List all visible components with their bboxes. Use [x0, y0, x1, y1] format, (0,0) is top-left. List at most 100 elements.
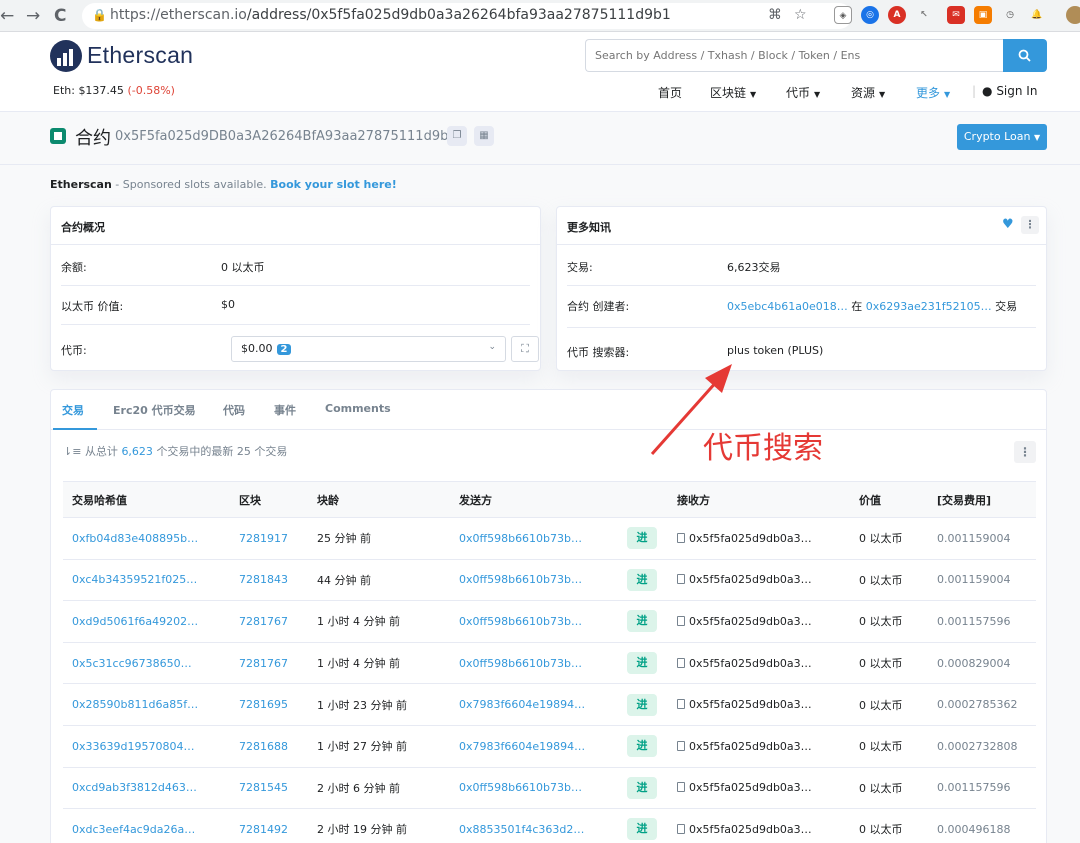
creator-address-link[interactable]: 0x5ebc4b61a0e018…	[727, 300, 848, 313]
compass-extension-icon[interactable]: ◎	[861, 6, 879, 24]
tx-value: 0 以太币	[850, 808, 928, 843]
block-link[interactable]: 7281492	[230, 808, 308, 843]
adblock-extension-icon[interactable]: A	[888, 6, 906, 24]
tx-hash-link[interactable]: 0xc4b34359521f025…	[63, 559, 230, 602]
block-link[interactable]: 7281688	[230, 725, 308, 768]
contract-file-icon	[677, 532, 685, 543]
contract-file-icon	[677, 615, 685, 626]
kebab-menu-icon[interactable]: ⋮	[1021, 216, 1039, 234]
tx-value: 0 以太币	[850, 683, 928, 726]
to-address: 0x5f5fa025d9db0a3…	[668, 767, 850, 810]
column-header: 发送方	[450, 481, 618, 518]
bookmark-star-icon[interactable]: ☆	[794, 7, 807, 23]
chevron-down-icon: ▼	[750, 90, 757, 99]
creator-tx-link[interactable]: 0x6293ae231f52105…	[866, 300, 992, 313]
heart-icon[interactable]: ♥	[1002, 217, 1014, 232]
shield-extension-icon[interactable]: ◈	[834, 6, 852, 24]
in-badge: 进	[627, 818, 657, 841]
translate-icon[interactable]: ⌘	[768, 7, 782, 23]
from-address-link[interactable]: 0x0ff598b6610b73b…	[450, 517, 618, 560]
chevron-down-icon: ⌄	[488, 342, 496, 352]
search-box	[585, 39, 1003, 72]
in-badge: 进	[627, 693, 657, 716]
block-link[interactable]: 7281767	[230, 600, 308, 643]
tab-code[interactable]: 代码	[223, 402, 245, 418]
site-header: Etherscan Eth: $137.45 (-0.58%) 首页 区块链▼ …	[0, 32, 1080, 112]
nav-home[interactable]: 首页	[658, 84, 682, 101]
table-row: 0xc4b34359521f025… 7281843 44 分钟 前 0x0ff598…	[63, 559, 1036, 602]
tx-value: 0 以太币	[850, 600, 928, 643]
table-header-row: 交易哈希值 区块 块龄 发送方 接收方 价值 [交易费用]	[63, 481, 1036, 518]
search-input[interactable]	[586, 40, 1003, 71]
url-text: https://etherscan.io/address/0x5f5fa025d…	[110, 7, 671, 23]
search-button[interactable]	[1003, 39, 1047, 72]
token-holdings-dropdown[interactable]: $0.00 2 ⌄	[231, 336, 506, 362]
block-link[interactable]: 7281917	[230, 517, 308, 560]
nav-more[interactable]: 更多 ▼	[916, 84, 950, 101]
tx-age: 2 小时 19 分钟 前	[308, 808, 450, 843]
total-tx-link[interactable]: 6,623	[121, 445, 153, 458]
tab-transactions[interactable]: 交易	[62, 402, 84, 418]
copy-icon[interactable]: ❐	[447, 126, 467, 146]
tab-comments[interactable]: Comments	[325, 402, 391, 415]
nav-blockchain[interactable]: 区块链 ▼	[710, 84, 756, 101]
token-tracker-link[interactable]: plus token (PLUS)	[727, 344, 823, 357]
nav-signin[interactable]: ● Sign In	[982, 84, 1037, 98]
tx-hash-link[interactable]: 0x28590b811d6a85f…	[63, 683, 230, 726]
lock-icon: 🔒	[92, 8, 107, 22]
to-address: 0x5f5fa025d9db0a3…	[668, 683, 850, 726]
tab-events[interactable]: 事件	[274, 402, 296, 418]
from-address-link[interactable]: 0x0ff598b6610b73b…	[450, 642, 618, 685]
profile-avatar[interactable]	[1066, 6, 1080, 24]
expand-icon[interactable]: ⛶	[511, 336, 539, 362]
tx-hash-link[interactable]: 0xd9d5061f6a49202…	[63, 600, 230, 643]
in-badge: 进	[627, 610, 657, 633]
etherscan-logo-icon[interactable]	[50, 40, 82, 72]
from-address-link[interactable]: 0x8853501f4c363d2…	[450, 808, 618, 843]
block-link[interactable]: 7281545	[230, 767, 308, 810]
tx-hash-link[interactable]: 0x33639d19570804…	[63, 725, 230, 768]
cursor-extension-icon[interactable]: ↖	[915, 6, 933, 24]
contract-overview-card: 合约概况 余额: 0 以太币 以太币 价值: $0 代币: $0.00 2 ⌄ ⛶	[50, 206, 541, 371]
to-address: 0x5f5fa025d9db0a3…	[668, 559, 850, 602]
from-address-link[interactable]: 0x0ff598b6610b73b…	[450, 767, 618, 810]
kebab-menu-icon[interactable]: ⋮	[1014, 441, 1036, 463]
box-extension-icon[interactable]: ▣	[974, 6, 992, 24]
user-icon: ●	[982, 84, 993, 98]
direction-cell: 进	[618, 725, 668, 768]
from-address-link[interactable]: 0x0ff598b6610b73b…	[450, 600, 618, 643]
tab-erc20[interactable]: Erc20 代币交易	[113, 402, 196, 418]
block-link[interactable]: 7281767	[230, 642, 308, 685]
mail-extension-icon[interactable]: ✉	[947, 6, 965, 24]
book-slot-link[interactable]: Book your slot here!	[270, 178, 397, 191]
tx-hash-link[interactable]: 0xcd9ab3f3812d463…	[63, 767, 230, 810]
tx-hash-link[interactable]: 0xdc3eef4ac9da26a…	[63, 808, 230, 843]
table-row: 0x33639d19570804… 7281688 1 小时 27 分钟 前 0x79…	[63, 725, 1036, 768]
from-address-link[interactable]: 0x7983f6604e19894…	[450, 683, 618, 726]
direction-cell: 进	[618, 559, 668, 602]
tx-hash-link[interactable]: 0xfb04d83e408895b…	[63, 517, 230, 560]
logo-text[interactable]: Etherscan	[87, 42, 193, 69]
block-link[interactable]: 7281843	[230, 559, 308, 602]
reload-icon[interactable]: C	[54, 6, 66, 26]
table-body: 0xfb04d83e408895b… 7281917 25 分钟 前 0x0ff598…	[63, 517, 1036, 843]
qrcode-icon[interactable]: ▦	[474, 126, 494, 146]
crypto-loan-button[interactable]: Crypto Loan ▼	[957, 124, 1047, 150]
to-address: 0x5f5fa025d9db0a3…	[668, 600, 850, 643]
tx-fee: 0.0002732808	[928, 725, 1036, 768]
clock-extension-icon[interactable]: ◷	[1001, 6, 1019, 24]
address-bar[interactable]: 🔒 https://etherscan.io/address/0x5f5fa02…	[82, 3, 852, 29]
nav-resources[interactable]: 资源 ▼	[851, 84, 885, 101]
tx-value: 0 以太币	[850, 767, 928, 810]
forward-icon[interactable]: →	[26, 6, 40, 26]
tx-hash-link[interactable]: 0x5c31cc96738650…	[63, 642, 230, 685]
back-icon[interactable]: ←	[0, 6, 14, 26]
chevron-down-icon: ▼	[814, 90, 821, 99]
block-link[interactable]: 7281695	[230, 683, 308, 726]
bell-extension-icon[interactable]: 🔔	[1028, 6, 1046, 24]
nav-tokens[interactable]: 代币 ▼	[786, 84, 820, 101]
from-address-link[interactable]: 0x7983f6604e19894…	[450, 725, 618, 768]
annotation-label: 代币搜索	[703, 431, 823, 466]
from-address-link[interactable]: 0x0ff598b6610b73b…	[450, 559, 618, 602]
to-address: 0x5f5fa025d9db0a3…	[668, 517, 850, 560]
